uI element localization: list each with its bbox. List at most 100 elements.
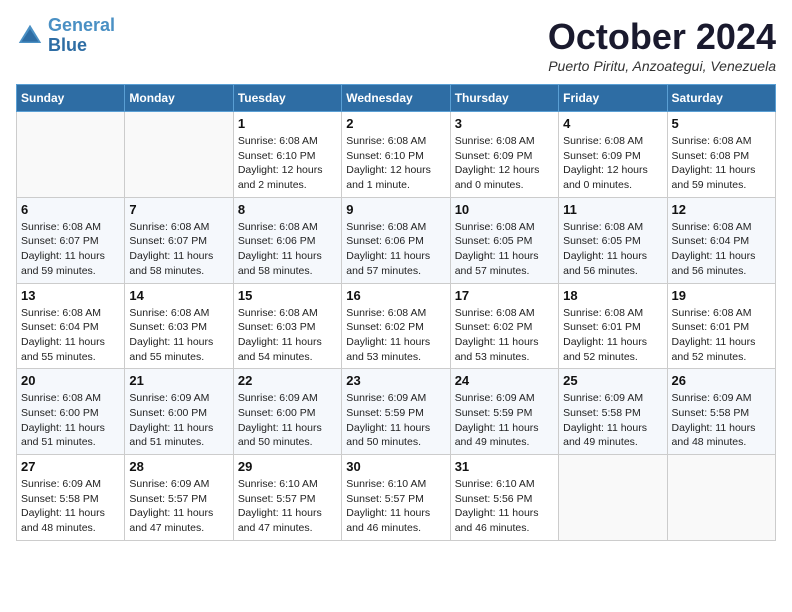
day-number: 5 — [672, 116, 771, 131]
day-detail: Sunrise: 6:08 AM Sunset: 6:09 PM Dayligh… — [563, 134, 662, 193]
day-number: 18 — [563, 288, 662, 303]
weekday-header: Thursday — [450, 85, 558, 112]
calendar-cell: 15Sunrise: 6:08 AM Sunset: 6:03 PM Dayli… — [233, 283, 341, 369]
day-detail: Sunrise: 6:08 AM Sunset: 6:05 PM Dayligh… — [563, 220, 662, 279]
calendar-cell: 14Sunrise: 6:08 AM Sunset: 6:03 PM Dayli… — [125, 283, 233, 369]
day-detail: Sunrise: 6:09 AM Sunset: 5:58 PM Dayligh… — [672, 391, 771, 450]
day-number: 23 — [346, 373, 445, 388]
calendar-cell: 18 Sunrise: 6:08 AM Sunset: 6:01 PM Dayli… — [559, 283, 667, 369]
calendar-cell: 31 Sunrise: 6:10 AM Sunset: 5:56 PM Dayli… — [450, 455, 558, 541]
calendar-cell: 9Sunrise: 6:08 AM Sunset: 6:06 PM Daylig… — [342, 197, 450, 283]
calendar-cell: 8 Sunrise: 6:08 AM Sunset: 6:06 PM Daylig… — [233, 197, 341, 283]
day-detail: Sunrise: 6:08 AM Sunset: 6:05 PM Dayligh… — [455, 220, 554, 279]
day-detail: Sunrise: 6:08 AM Sunset: 6:03 PM Dayligh… — [129, 306, 228, 365]
calendar-cell — [125, 112, 233, 198]
day-number: 21 — [129, 373, 228, 388]
calendar-cell: 1 Sunrise: 6:08 AM Sunset: 6:10 PM Daylig… — [233, 112, 341, 198]
day-number: 10 — [455, 202, 554, 217]
calendar-cell: 11Sunrise: 6:08 AM Sunset: 6:05 PM Dayli… — [559, 197, 667, 283]
calendar-cell: 4Sunrise: 6:08 AM Sunset: 6:09 PM Daylig… — [559, 112, 667, 198]
day-detail: Sunrise: 6:09 AM Sunset: 6:00 PM Dayligh… — [238, 391, 337, 450]
page-header: General Blue October 2024 Puerto Piritu,… — [16, 16, 776, 74]
day-number: 2 — [346, 116, 445, 131]
day-number: 17 — [455, 288, 554, 303]
weekday-header: Friday — [559, 85, 667, 112]
calendar-cell: 13 Sunrise: 6:08 AM Sunset: 6:04 PM Dayli… — [17, 283, 125, 369]
day-detail: Sunrise: 6:09 AM Sunset: 5:58 PM Dayligh… — [21, 477, 120, 536]
day-detail: Sunrise: 6:08 AM Sunset: 6:09 PM Dayligh… — [455, 134, 554, 193]
day-number: 27 — [21, 459, 120, 474]
day-number: 7 — [129, 202, 228, 217]
day-number: 24 — [455, 373, 554, 388]
day-number: 8 — [238, 202, 337, 217]
calendar-cell: 3 Sunrise: 6:08 AM Sunset: 6:09 PM Daylig… — [450, 112, 558, 198]
day-number: 9 — [346, 202, 445, 217]
calendar-week-row: 1 Sunrise: 6:08 AM Sunset: 6:10 PM Daylig… — [17, 112, 776, 198]
day-detail: Sunrise: 6:10 AM Sunset: 5:57 PM Dayligh… — [238, 477, 337, 536]
calendar-cell: 20 Sunrise: 6:08 AM Sunset: 6:00 PM Dayli… — [17, 369, 125, 455]
day-detail: Sunrise: 6:09 AM Sunset: 6:00 PM Dayligh… — [129, 391, 228, 450]
day-detail: Sunrise: 6:09 AM Sunset: 5:59 PM Dayligh… — [346, 391, 445, 450]
calendar-cell: 27 Sunrise: 6:09 AM Sunset: 5:58 PM Dayli… — [17, 455, 125, 541]
day-detail: Sunrise: 6:08 AM Sunset: 6:04 PM Dayligh… — [672, 220, 771, 279]
day-detail: Sunrise: 6:09 AM Sunset: 5:58 PM Dayligh… — [563, 391, 662, 450]
day-number: 28 — [129, 459, 228, 474]
day-detail: Sunrise: 6:08 AM Sunset: 6:03 PM Dayligh… — [238, 306, 337, 365]
calendar-week-row: 13 Sunrise: 6:08 AM Sunset: 6:04 PM Dayli… — [17, 283, 776, 369]
day-number: 19 — [672, 288, 771, 303]
day-number: 20 — [21, 373, 120, 388]
day-detail: Sunrise: 6:08 AM Sunset: 6:07 PM Dayligh… — [129, 220, 228, 279]
calendar-cell: 25Sunrise: 6:09 AM Sunset: 5:58 PM Dayli… — [559, 369, 667, 455]
day-number: 13 — [21, 288, 120, 303]
calendar-cell: 21 Sunrise: 6:09 AM Sunset: 6:00 PM Dayli… — [125, 369, 233, 455]
calendar-cell — [667, 455, 775, 541]
day-number: 30 — [346, 459, 445, 474]
calendar-cell: 2 Sunrise: 6:08 AM Sunset: 6:10 PM Daylig… — [342, 112, 450, 198]
day-number: 16 — [346, 288, 445, 303]
day-number: 26 — [672, 373, 771, 388]
day-detail: Sunrise: 6:09 AM Sunset: 5:59 PM Dayligh… — [455, 391, 554, 450]
calendar-cell: 30 Sunrise: 6:10 AM Sunset: 5:57 PM Dayli… — [342, 455, 450, 541]
day-detail: Sunrise: 6:08 AM Sunset: 6:10 PM Dayligh… — [346, 134, 445, 193]
day-detail: Sunrise: 6:08 AM Sunset: 6:01 PM Dayligh… — [672, 306, 771, 365]
calendar-cell: 24 Sunrise: 6:09 AM Sunset: 5:59 PM Dayli… — [450, 369, 558, 455]
logo: General Blue — [16, 16, 115, 56]
day-detail: Sunrise: 6:08 AM Sunset: 6:00 PM Dayligh… — [21, 391, 120, 450]
calendar-cell: 7 Sunrise: 6:08 AM Sunset: 6:07 PM Daylig… — [125, 197, 233, 283]
day-number: 3 — [455, 116, 554, 131]
calendar-cell: 12Sunrise: 6:08 AM Sunset: 6:04 PM Dayli… — [667, 197, 775, 283]
day-detail: Sunrise: 6:08 AM Sunset: 6:04 PM Dayligh… — [21, 306, 120, 365]
weekday-header-row: SundayMondayTuesdayWednesdayThursdayFrid… — [17, 85, 776, 112]
day-number: 6 — [21, 202, 120, 217]
logo-text: General Blue — [48, 16, 115, 56]
day-detail: Sunrise: 6:08 AM Sunset: 6:06 PM Dayligh… — [238, 220, 337, 279]
day-detail: Sunrise: 6:08 AM Sunset: 6:08 PM Dayligh… — [672, 134, 771, 193]
logo-icon — [16, 22, 44, 50]
day-detail: Sunrise: 6:10 AM Sunset: 5:56 PM Dayligh… — [455, 477, 554, 536]
calendar-week-row: 20 Sunrise: 6:08 AM Sunset: 6:00 PM Dayli… — [17, 369, 776, 455]
calendar-cell: 28 Sunrise: 6:09 AM Sunset: 5:57 PM Dayli… — [125, 455, 233, 541]
calendar-cell: 17 Sunrise: 6:08 AM Sunset: 6:02 PM Dayli… — [450, 283, 558, 369]
calendar-cell — [17, 112, 125, 198]
calendar-cell: 23 Sunrise: 6:09 AM Sunset: 5:59 PM Dayli… — [342, 369, 450, 455]
calendar-cell: 26 Sunrise: 6:09 AM Sunset: 5:58 PM Dayli… — [667, 369, 775, 455]
calendar-table: SundayMondayTuesdayWednesdayThursdayFrid… — [16, 84, 776, 541]
weekday-header: Monday — [125, 85, 233, 112]
calendar-cell: 19 Sunrise: 6:08 AM Sunset: 6:01 PM Dayli… — [667, 283, 775, 369]
day-detail: Sunrise: 6:08 AM Sunset: 6:01 PM Dayligh… — [563, 306, 662, 365]
day-detail: Sunrise: 6:08 AM Sunset: 6:10 PM Dayligh… — [238, 134, 337, 193]
calendar-cell: 29 Sunrise: 6:10 AM Sunset: 5:57 PM Dayli… — [233, 455, 341, 541]
month-title: October 2024 — [548, 16, 776, 58]
day-detail: Sunrise: 6:08 AM Sunset: 6:02 PM Dayligh… — [455, 306, 554, 365]
calendar-cell: 5 Sunrise: 6:08 AM Sunset: 6:08 PM Daylig… — [667, 112, 775, 198]
day-number: 1 — [238, 116, 337, 131]
calendar-week-row: 6 Sunrise: 6:08 AM Sunset: 6:07 PM Daylig… — [17, 197, 776, 283]
title-block: October 2024 Puerto Piritu, Anzoategui, … — [548, 16, 776, 74]
day-detail: Sunrise: 6:09 AM Sunset: 5:57 PM Dayligh… — [129, 477, 228, 536]
weekday-header: Wednesday — [342, 85, 450, 112]
day-detail: Sunrise: 6:10 AM Sunset: 5:57 PM Dayligh… — [346, 477, 445, 536]
weekday-header: Saturday — [667, 85, 775, 112]
day-number: 29 — [238, 459, 337, 474]
weekday-header: Tuesday — [233, 85, 341, 112]
day-number: 31 — [455, 459, 554, 474]
